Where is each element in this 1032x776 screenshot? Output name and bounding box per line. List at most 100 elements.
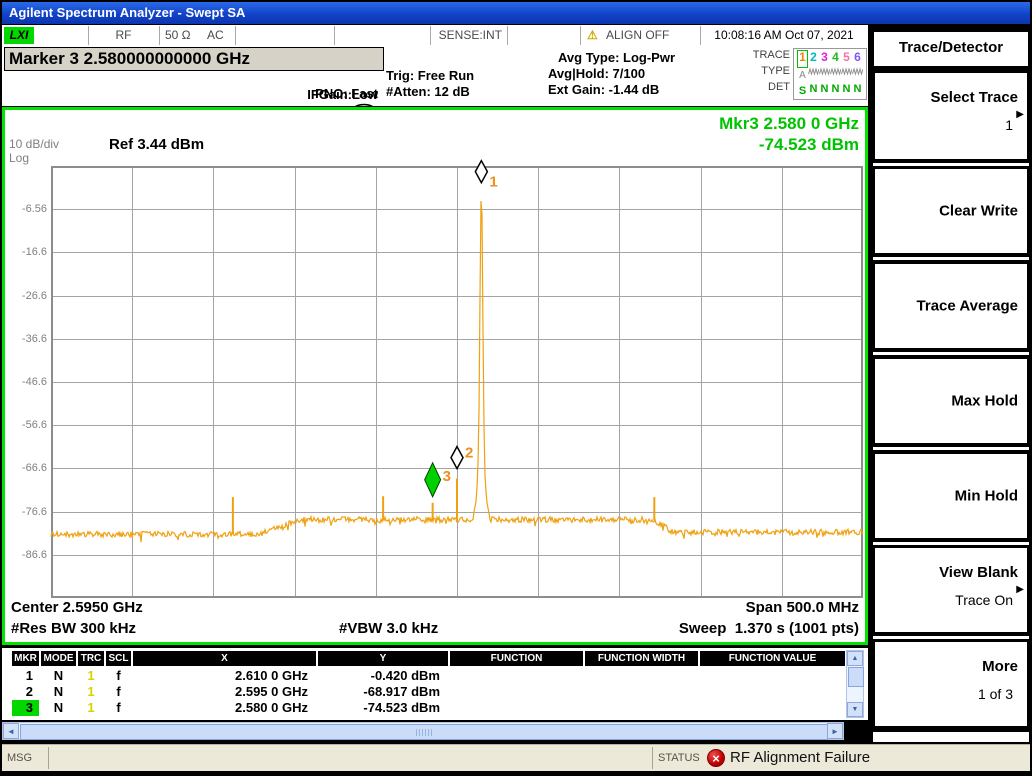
y-tick-label: -16.6 <box>7 245 47 259</box>
cell-function <box>450 700 583 716</box>
measurement-header-band: Marker 3 2.580000000000 GHz PNO: Fast IF… <box>2 46 868 106</box>
marker-table-horizontal-scrollbar[interactable]: ◄ ► <box>2 722 844 740</box>
marker-2-diamond <box>451 447 463 469</box>
cell-trc: 1 <box>78 700 104 716</box>
softkey-trace-average[interactable]: Trace Average <box>873 262 1029 350</box>
legend-trace-1: 1AS <box>797 50 808 98</box>
softkey-label: Clear Write <box>939 203 1018 220</box>
status-label: STATUS <box>658 745 700 771</box>
vertical-scroll-thumb[interactable] <box>848 667 864 687</box>
table-header-function: FUNCTION <box>450 651 583 666</box>
legend-label-det: DET <box>708 81 790 93</box>
legend-trace-6: 6N <box>852 50 863 98</box>
legend-type-writewaveform-icon <box>841 66 852 82</box>
softkey-clear-write[interactable]: Clear Write <box>873 167 1029 255</box>
legend-trace-number: 2 <box>808 50 819 66</box>
marker-table-row[interactable]: 3N1f2.580 0 GHz-74.523 dBm <box>2 700 847 716</box>
cell-y: -68.917 dBm <box>318 684 448 700</box>
softkey-min-hold[interactable]: Min Hold <box>873 452 1029 540</box>
softkey-sublabel: Trace On <box>955 592 1013 608</box>
cell-mode: N <box>41 668 76 684</box>
divider <box>507 26 508 45</box>
legend-detector: N <box>808 82 819 98</box>
msg-label: MSG <box>7 745 32 771</box>
marker-1-diamond <box>475 161 487 183</box>
cell-mode: N <box>41 700 76 716</box>
marker-3-diamond <box>425 463 441 497</box>
softkey-label: Max Hold <box>951 393 1018 410</box>
softkey-label: Min Hold <box>955 488 1018 505</box>
trigger-readout: Trig: Free Run <box>386 68 474 83</box>
legend-trace-3: 3N <box>819 50 830 98</box>
scale-per-div-label: 10 dB/div <box>9 137 59 151</box>
rf-indicator: RF <box>88 25 159 46</box>
marker-readout-freq: Mkr3 2.580 0 GHz <box>719 113 859 134</box>
cell-trc: 1 <box>78 684 104 700</box>
legend-type-writewaveform-icon <box>852 66 863 82</box>
active-function-readout: Marker 3 2.580000000000 GHz <box>4 47 384 71</box>
cell-y: -0.420 dBm <box>318 668 448 684</box>
y-tick-label: -66.6 <box>7 461 47 475</box>
marker-2-label: 2 <box>465 445 473 462</box>
scroll-right-arrow[interactable]: ► <box>827 723 843 739</box>
marker-table-row[interactable]: 1N1f2.610 0 GHz-0.420 dBm <box>2 668 847 684</box>
softkey-gap <box>873 542 1029 545</box>
softkey-gap <box>873 636 1029 639</box>
table-header-scl: SCL <box>106 651 131 666</box>
y-tick-label: -6.56 <box>7 202 47 216</box>
cell-y: -74.523 dBm <box>318 700 448 716</box>
res-bw-label: #Res BW 300 kHz <box>11 620 136 637</box>
avg-type-readout: Avg Type: Log-Pwr <box>558 50 675 65</box>
marker-table: MKRMODETRCSCLXYFUNCTIONFUNCTION WIDTHFUN… <box>2 648 868 720</box>
divider <box>580 26 581 45</box>
scroll-up-arrow[interactable]: ▲ <box>847 651 863 666</box>
y-tick-label: -56.6 <box>7 418 47 432</box>
cell-x: 2.610 0 GHz <box>133 668 316 684</box>
cell-mkr: 3 <box>12 700 39 716</box>
cell-function <box>450 684 583 700</box>
datetime-display: 10:08:16 AM Oct 07, 2021 <box>700 25 868 46</box>
y-tick-label: -46.6 <box>7 375 47 389</box>
y-tick-label: -86.6 <box>7 548 47 562</box>
cell-function_value <box>700 700 845 716</box>
scale-type-label: Log <box>9 151 29 165</box>
table-header-mkr: MKR <box>12 651 39 666</box>
cell-mkr: 1 <box>12 668 39 684</box>
softkey-sublabel: 1 <box>1005 117 1013 133</box>
table-header-trc: TRC <box>78 651 104 666</box>
y-tick-label: -26.6 <box>7 289 47 303</box>
softkey-more[interactable]: More1 of 3 <box>873 640 1029 728</box>
align-off-indicator: ALIGN OFF <box>606 25 696 46</box>
legend-trace-number: 3 <box>819 50 830 66</box>
softkey-max-hold[interactable]: Max Hold <box>873 357 1029 445</box>
horizontal-scroll-thumb[interactable] <box>20 724 828 740</box>
legend-label-trace: TRACE <box>708 49 790 61</box>
cell-function_value <box>700 668 845 684</box>
cell-function <box>450 668 583 684</box>
softkey-view-blank[interactable]: View BlankTrace On▶ <box>873 546 1029 634</box>
legend-trace-5: 5N <box>841 50 852 98</box>
vbw-label: #VBW 3.0 kHz <box>339 620 438 637</box>
active-function-text: Marker 3 2.580000000000 GHz <box>9 49 250 68</box>
window-title-bar[interactable]: Agilent Spectrum Analyzer - Swept SA <box>2 2 1030 24</box>
error-icon: × <box>707 749 725 767</box>
scroll-grip <box>416 729 432 736</box>
divider <box>652 747 653 769</box>
legend-detector: N <box>819 82 830 98</box>
marker-table-row[interactable]: 2N1f2.595 0 GHz-68.917 dBm <box>2 684 847 700</box>
legend-trace-4: 4N <box>830 50 841 98</box>
softkey-select-trace[interactable]: Select Trace1▶ <box>873 71 1029 161</box>
scroll-down-arrow[interactable]: ▼ <box>847 702 863 717</box>
scroll-left-arrow[interactable]: ◄ <box>3 723 19 739</box>
marker-table-vertical-scrollbar[interactable]: ▲ ▼ <box>846 650 864 718</box>
cell-mode: N <box>41 684 76 700</box>
softkey-gap <box>873 163 1029 166</box>
table-header-function-width: FUNCTION WIDTH <box>585 651 698 666</box>
top-info-bar: LXI RF 50 Ω AC SENSE:INT ⚠ ALIGN OFF 10:… <box>2 25 868 46</box>
atten-readout: #Atten: 12 dB <box>386 84 470 99</box>
cell-function_value <box>700 684 845 700</box>
divider <box>235 26 236 45</box>
center-freq-label: Center 2.5950 GHz <box>11 599 143 616</box>
span-label: Span 500.0 MHz <box>746 599 859 616</box>
table-header-x: X <box>133 651 316 666</box>
